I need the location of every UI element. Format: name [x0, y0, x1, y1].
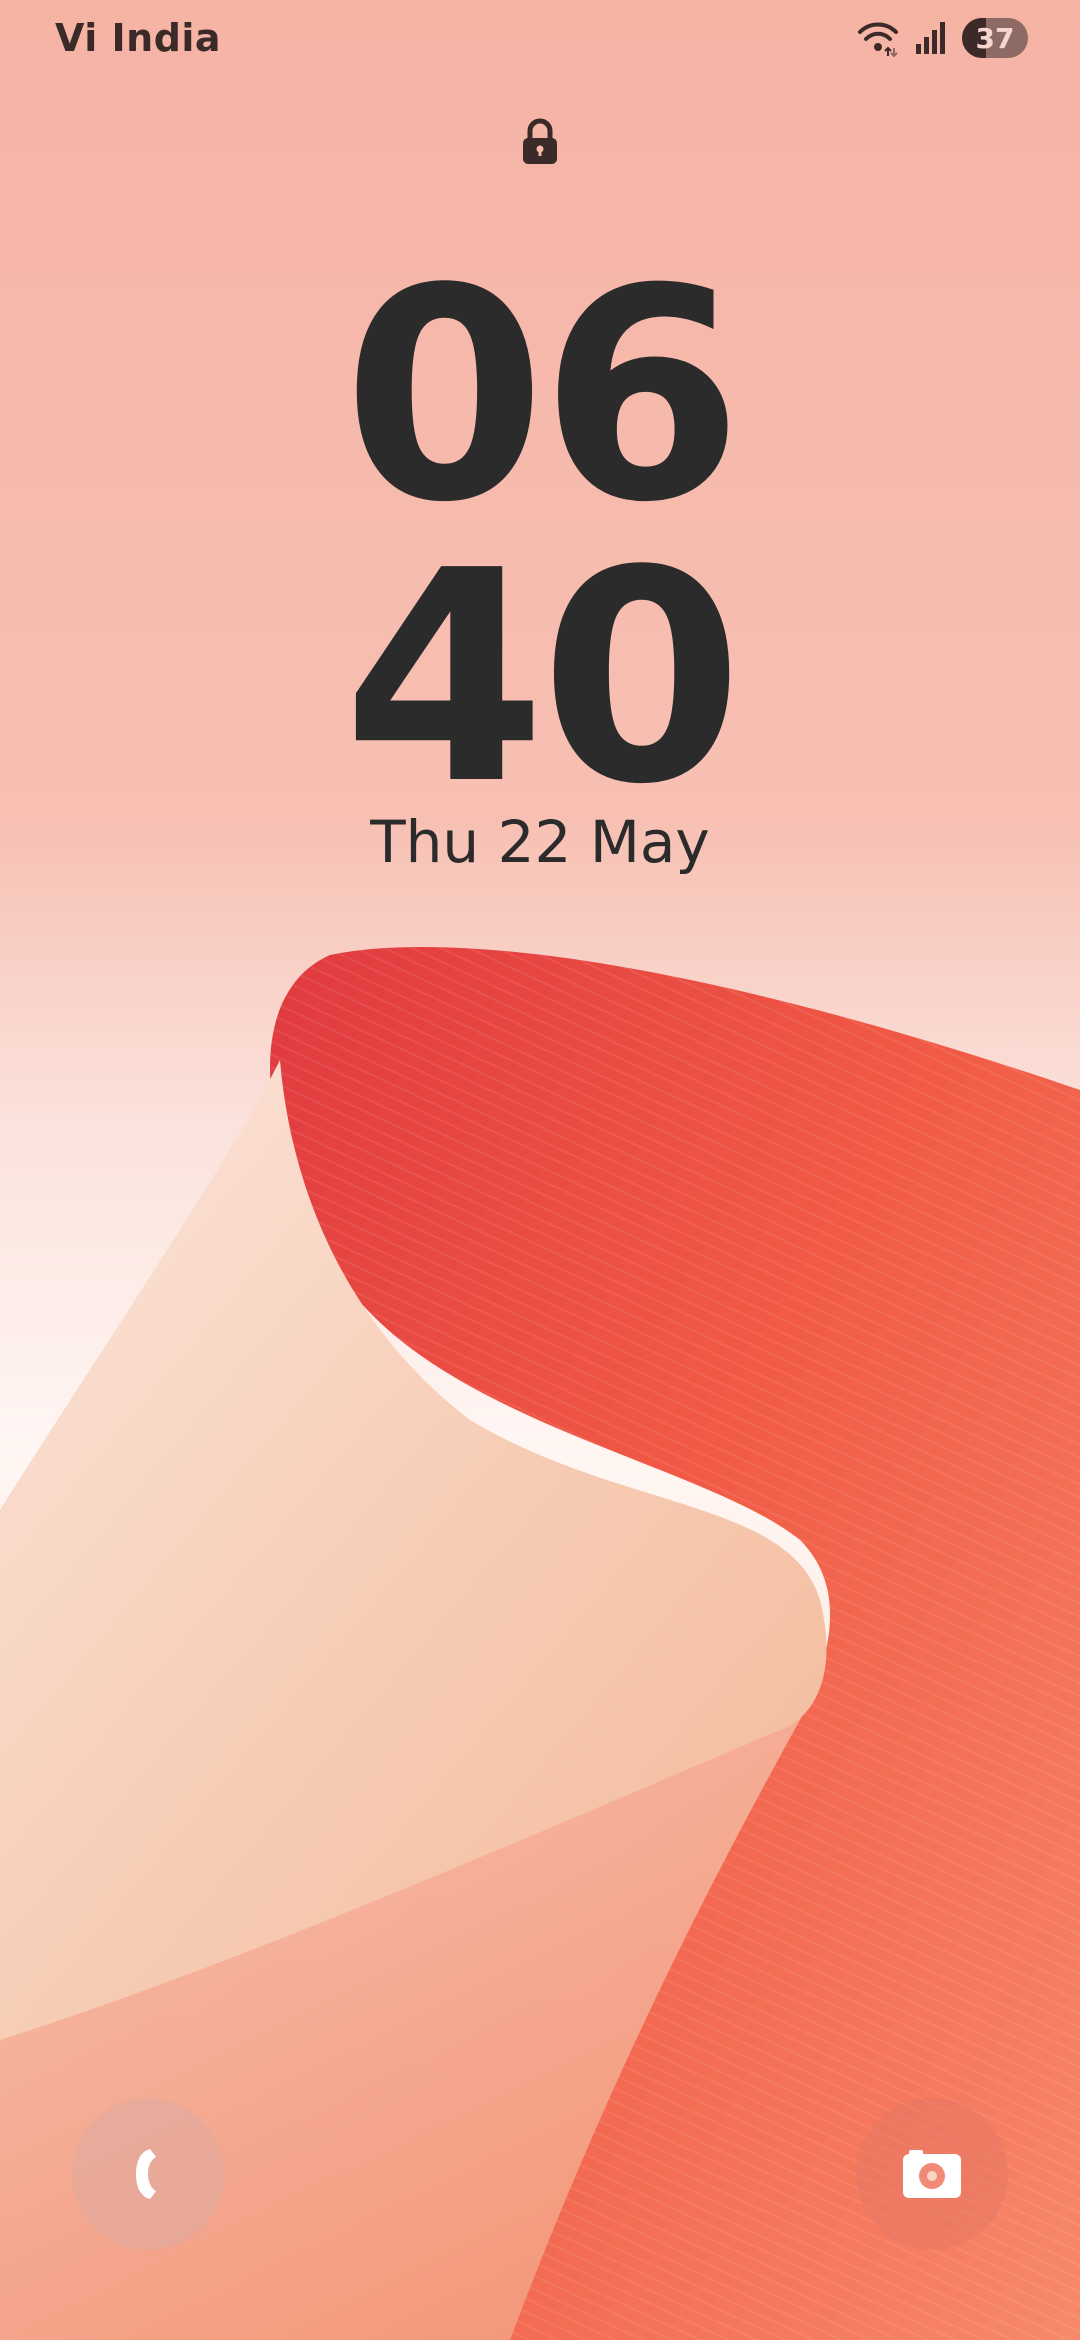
lock-icon[interactable]	[520, 118, 560, 166]
date-label: Thu 22 May	[370, 808, 710, 876]
status-bar: Vi India 37	[0, 0, 1080, 84]
clock-minutes: 40	[342, 508, 743, 848]
status-icons: 37	[856, 18, 1028, 58]
wifi-icon	[858, 22, 898, 58]
phone-shortcut-button[interactable]	[72, 2098, 224, 2250]
phone-icon	[136, 2149, 156, 2199]
battery-indicator: 37	[962, 18, 1028, 58]
clock-hours: 06	[342, 226, 743, 566]
carrier-name: Vi India	[55, 16, 222, 60]
camera-icon	[903, 2150, 961, 2198]
signal-icon	[916, 22, 945, 54]
battery-percent: 37	[975, 21, 1015, 55]
camera-shortcut-button[interactable]	[856, 2098, 1008, 2250]
